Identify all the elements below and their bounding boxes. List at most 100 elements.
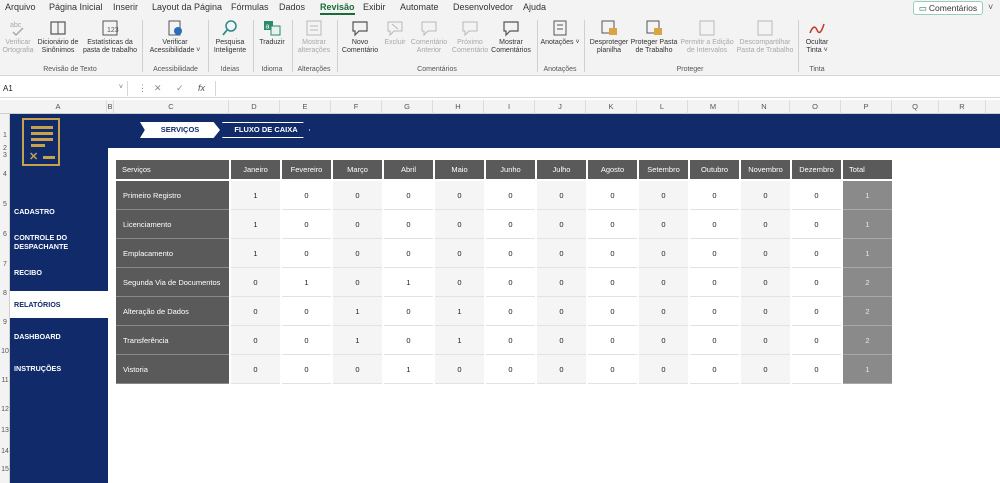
month-value-cell[interactable]: 0 [435, 355, 484, 384]
month-value-cell[interactable]: 0 [384, 239, 433, 268]
month-value-cell[interactable]: 0 [639, 297, 688, 326]
month-value-cell[interactable]: 0 [537, 210, 586, 239]
column-header[interactable]: R [939, 100, 986, 114]
month-value-cell[interactable]: 0 [792, 326, 841, 355]
unprotect-sheet-button[interactable]: Desproteger planilha [588, 19, 630, 55]
total-cell[interactable]: 2 [843, 297, 892, 326]
service-name-cell[interactable]: Vistoria [116, 355, 229, 384]
column-header[interactable]: J [535, 100, 586, 114]
column-header-month[interactable]: Abril [384, 160, 433, 181]
row-header[interactable]: 2 [0, 145, 10, 152]
column-header-total[interactable]: Total [843, 160, 892, 181]
statistics-button[interactable]: 123 Estatísticas da pasta de trabalho [82, 19, 138, 55]
notes-button[interactable]: Anotações ˅ [540, 19, 580, 47]
previous-comment-button[interactable]: Comentário Anterior [408, 19, 450, 55]
month-value-cell[interactable]: 0 [486, 297, 535, 326]
smart-lookup-button[interactable]: Pesquisa Inteligente [211, 19, 249, 55]
column-header-month[interactable]: Janeiro [231, 160, 280, 181]
column-header-month[interactable]: Julho [537, 160, 586, 181]
month-value-cell[interactable]: 0 [792, 181, 841, 210]
month-value-cell[interactable]: 0 [384, 297, 433, 326]
row-header[interactable]: 4 [0, 171, 10, 178]
month-value-cell[interactable]: 1 [384, 268, 433, 297]
month-value-cell[interactable]: 0 [741, 239, 790, 268]
show-changes-button[interactable]: Mostrar alterações [295, 19, 333, 55]
unshare-workbook-button[interactable]: Descompartilhar Pasta de Trabalho [736, 19, 794, 55]
month-value-cell[interactable]: 0 [537, 268, 586, 297]
month-value-cell[interactable]: 0 [384, 210, 433, 239]
month-value-cell[interactable]: 0 [231, 326, 280, 355]
month-value-cell[interactable]: 0 [282, 297, 331, 326]
month-value-cell[interactable]: 0 [231, 268, 280, 297]
month-value-cell[interactable]: 0 [486, 181, 535, 210]
month-value-cell[interactable]: 1 [435, 326, 484, 355]
cancel-icon[interactable]: ✕ [154, 83, 162, 94]
column-header-month[interactable]: Novembro [741, 160, 790, 181]
column-header[interactable]: K [586, 100, 637, 114]
next-comment-button[interactable]: Próximo Comentário [450, 19, 490, 55]
column-header-servicos[interactable]: Serviços [116, 160, 229, 181]
month-value-cell[interactable]: 0 [282, 210, 331, 239]
month-value-cell[interactable]: 0 [690, 181, 739, 210]
month-value-cell[interactable]: 1 [231, 210, 280, 239]
row-header[interactable]: 8 [0, 290, 10, 297]
month-value-cell[interactable]: 0 [588, 268, 637, 297]
month-value-cell[interactable]: 0 [639, 239, 688, 268]
month-value-cell[interactable]: 0 [231, 355, 280, 384]
sidebar-item-instrucoes[interactable]: INSTRUÇÕES [14, 364, 108, 373]
row-header[interactable]: 6 [0, 231, 10, 238]
column-header-month[interactable]: Outubro [690, 160, 739, 181]
month-value-cell[interactable]: 0 [384, 326, 433, 355]
service-name-cell[interactable]: Primeiro Registro [116, 181, 229, 210]
menu-revisao[interactable]: Revisão [320, 2, 355, 15]
month-value-cell[interactable]: 0 [639, 355, 688, 384]
month-value-cell[interactable]: 0 [690, 268, 739, 297]
month-value-cell[interactable]: 0 [333, 210, 382, 239]
menu-formulas[interactable]: Fórmulas [231, 2, 269, 12]
month-value-cell[interactable]: 0 [486, 355, 535, 384]
column-header[interactable]: B [107, 100, 114, 114]
month-value-cell[interactable]: 0 [690, 297, 739, 326]
column-header-month[interactable]: Fevereiro [282, 160, 331, 181]
menu-exibir[interactable]: Exibir [363, 2, 386, 12]
protect-workbook-button[interactable]: Proteger Pasta de Trabalho [630, 19, 678, 55]
menu-pagina-inicial[interactable]: Página Inicial [49, 2, 103, 12]
month-value-cell[interactable]: 0 [333, 239, 382, 268]
column-header[interactable]: H [433, 100, 484, 114]
month-value-cell[interactable]: 0 [792, 297, 841, 326]
month-value-cell[interactable]: 0 [282, 355, 331, 384]
month-value-cell[interactable]: 1 [282, 268, 331, 297]
total-cell[interactable]: 1 [843, 181, 892, 210]
column-header[interactable]: C [114, 100, 229, 114]
month-value-cell[interactable]: 0 [537, 181, 586, 210]
column-header[interactable]: L [637, 100, 688, 114]
column-header-month[interactable]: Junho [486, 160, 535, 181]
spelling-button[interactable]: abc Verificar Ortografia [2, 19, 34, 55]
column-header[interactable]: Q [892, 100, 939, 114]
month-value-cell[interactable]: 1 [231, 181, 280, 210]
column-header[interactable]: D [229, 100, 280, 114]
chevron-down-icon[interactable]: ˅ [988, 2, 993, 12]
month-value-cell[interactable]: 0 [741, 326, 790, 355]
month-value-cell[interactable]: 0 [333, 181, 382, 210]
row-header[interactable]: 12 [0, 406, 10, 413]
row-header[interactable]: 11 [0, 377, 10, 384]
thesaurus-button[interactable]: Dicionário de Sinônimos [35, 19, 81, 55]
month-value-cell[interactable]: 0 [486, 326, 535, 355]
service-name-cell[interactable]: Alteração de Dados [116, 297, 229, 326]
sidebar-item-dashboard[interactable]: DASHBOARD [14, 332, 108, 341]
month-value-cell[interactable]: 0 [792, 268, 841, 297]
month-value-cell[interactable]: 0 [741, 181, 790, 210]
month-value-cell[interactable]: 0 [588, 297, 637, 326]
month-value-cell[interactable]: 0 [690, 326, 739, 355]
service-name-cell[interactable]: Licenciamento [116, 210, 229, 239]
service-name-cell[interactable]: Segunda Via de Documentos [116, 268, 229, 297]
month-value-cell[interactable]: 0 [282, 326, 331, 355]
month-value-cell[interactable]: 0 [537, 297, 586, 326]
month-value-cell[interactable]: 0 [384, 181, 433, 210]
column-header[interactable]: P [841, 100, 892, 114]
month-value-cell[interactable]: 0 [741, 210, 790, 239]
insert-function-icon[interactable]: fx [198, 83, 205, 93]
month-value-cell[interactable]: 0 [333, 355, 382, 384]
menu-layout-pagina[interactable]: Layout da Página [152, 2, 222, 12]
